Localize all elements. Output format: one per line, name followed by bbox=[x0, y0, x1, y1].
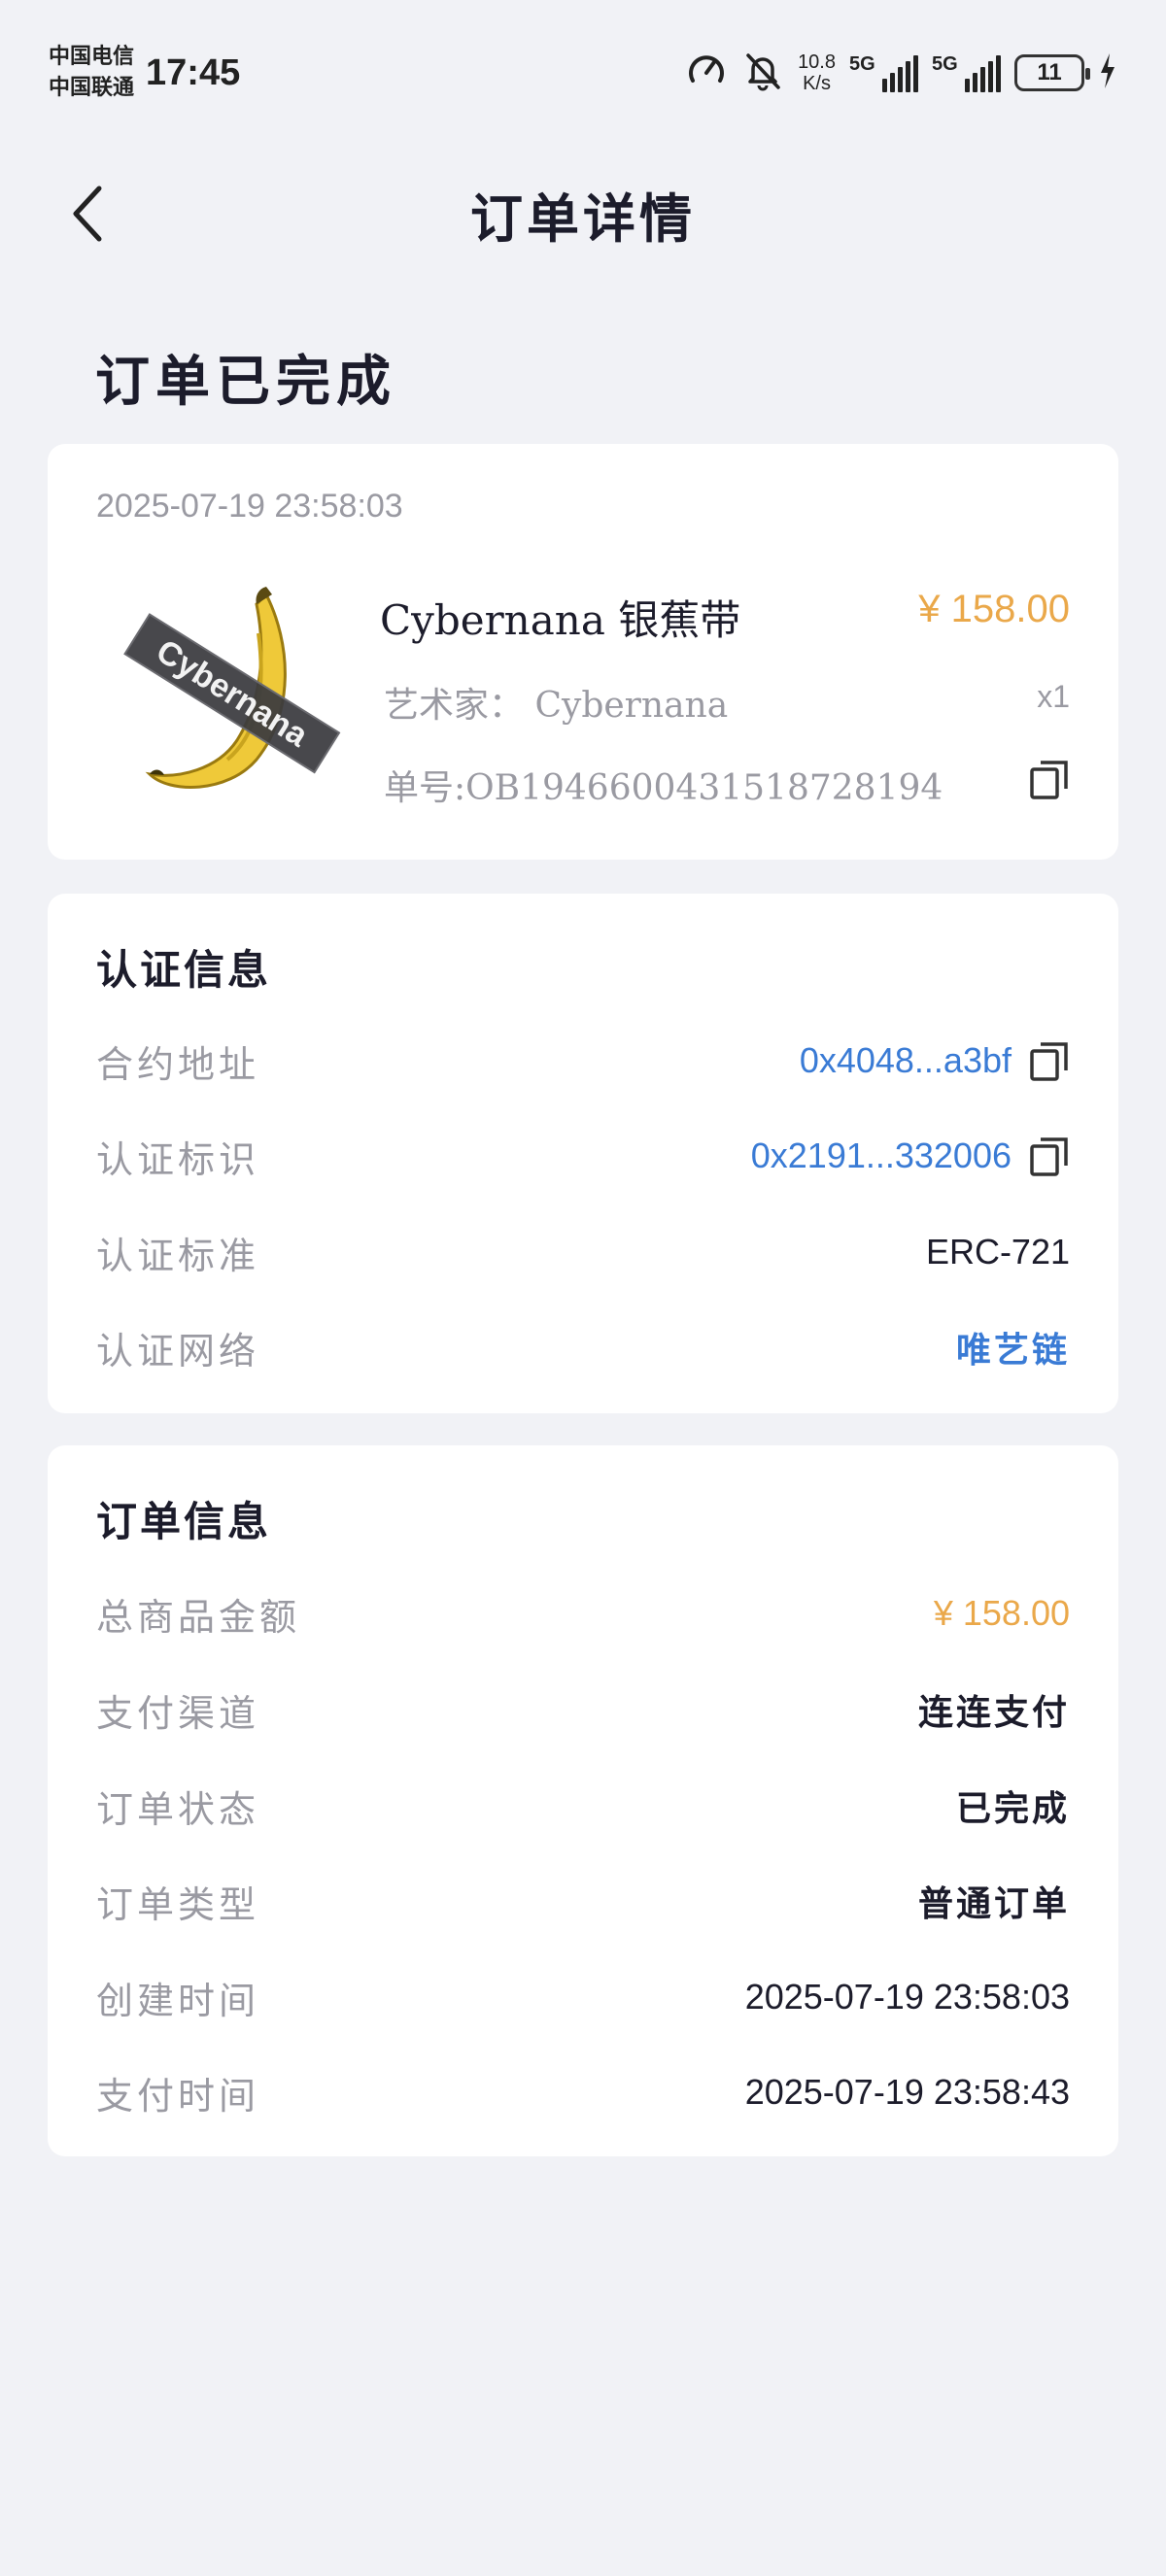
product-name: Cybernana 银蕉带 bbox=[380, 596, 741, 644]
speed-gauge-icon bbox=[685, 50, 728, 96]
created-time-value: 2025-07-19 23:58:03 bbox=[744, 1977, 1070, 2017]
order-time: 2025-07-19 23:58:03 bbox=[96, 488, 403, 525]
copy-contract-address-button[interactable] bbox=[1029, 1039, 1070, 1082]
chevron-left-icon bbox=[73, 186, 102, 242]
status-right: 10.8 K/s 5G 5G 11 bbox=[685, 50, 1117, 96]
order-status-value: 已完成 bbox=[955, 1788, 1070, 1829]
order-status-heading: 订单已完成 bbox=[95, 350, 396, 414]
token-id[interactable]: 0x2191...332006 bbox=[751, 1135, 1070, 1177]
sim1-network-label: 5G bbox=[849, 53, 875, 75]
cert-row-token-id: 认证标识 0x2191...332006 bbox=[96, 1127, 1070, 1185]
signal-sim2-icon: 5G bbox=[932, 53, 1001, 92]
order-label: 创建时间 bbox=[96, 1979, 260, 2022]
bell-muted-icon bbox=[741, 50, 784, 96]
battery-icon: 11 bbox=[1014, 54, 1090, 91]
copy-token-id-button[interactable] bbox=[1029, 1135, 1070, 1177]
cert-row-standard: 认证标准 ERC-721 bbox=[96, 1223, 1070, 1281]
network-speed-value: 10.8 bbox=[798, 51, 836, 73]
status-bar: 中国电信 中国联通 17:45 10.8 K/s 5G 5G 11 bbox=[0, 0, 1166, 146]
order-row-payment-channel: 支付渠道 连连支付 bbox=[96, 1680, 1070, 1739]
carrier-1: 中国电信 bbox=[49, 45, 135, 69]
order-row-status: 订单状态 已完成 bbox=[96, 1777, 1070, 1835]
order-label: 支付渠道 bbox=[96, 1691, 260, 1735]
order-label: 订单类型 bbox=[96, 1882, 260, 1926]
copy-icon bbox=[1030, 1042, 1068, 1081]
paid-time-value: 2025-07-19 23:58:43 bbox=[744, 2072, 1070, 2112]
order-type-value: 普通订单 bbox=[917, 1883, 1070, 1924]
product-image-tape-text: Cybernana bbox=[150, 632, 315, 755]
carrier-names: 中国电信 中国联通 bbox=[49, 42, 134, 104]
payment-channel-value: 连连支付 bbox=[917, 1692, 1070, 1733]
order-info-title: 订单信息 bbox=[96, 1498, 272, 1545]
order-row-paid: 支付时间 2025-07-19 23:58:43 bbox=[96, 2063, 1070, 2121]
signal-sim1-icon: 5G bbox=[849, 53, 918, 92]
nav-bar: 订单详情 bbox=[0, 165, 1166, 262]
cert-network-link[interactable]: 唯艺链 bbox=[956, 1322, 1070, 1373]
order-label: 总商品金额 bbox=[96, 1595, 301, 1639]
cert-row-network: 认证网络 唯艺链 bbox=[96, 1318, 1070, 1376]
cert-label: 认证网络 bbox=[96, 1329, 260, 1373]
order-row-total: 总商品金额 ¥ 158.00 bbox=[96, 1584, 1070, 1643]
cert-standard-value: ERC-721 bbox=[925, 1232, 1070, 1271]
product-image[interactable]: Cybernana bbox=[111, 575, 344, 808]
back-button[interactable] bbox=[58, 185, 117, 243]
status-left: 中国电信 中国联通 17:45 bbox=[49, 42, 240, 104]
copy-icon bbox=[1030, 1137, 1068, 1176]
network-speed-unit: K/s bbox=[803, 73, 831, 94]
copy-icon bbox=[1030, 761, 1068, 799]
product-artist: 艺术家： Cybernana bbox=[384, 686, 729, 726]
order-label: 支付时间 bbox=[96, 2074, 260, 2118]
copy-order-number-button[interactable] bbox=[1029, 758, 1070, 800]
network-speed: 10.8 K/s bbox=[798, 51, 836, 94]
cert-row-contract: 合约地址 0x4048...a3bf bbox=[96, 1032, 1070, 1090]
status-time: 17:45 bbox=[146, 51, 241, 93]
product-card[interactable]: 2025-07-19 23:58:03 Cybernana Cybernana … bbox=[48, 444, 1118, 860]
carrier-2: 中国联通 bbox=[49, 76, 135, 100]
order-row-type: 订单类型 普通订单 bbox=[96, 1872, 1070, 1930]
sim2-network-label: 5G bbox=[932, 53, 958, 75]
order-number: 单号:OB1946600431518728194 bbox=[384, 768, 943, 808]
certification-title: 认证信息 bbox=[96, 946, 272, 994]
product-price: ¥ 158.00 bbox=[918, 588, 1070, 630]
cert-label: 认证标识 bbox=[96, 1137, 260, 1181]
cert-label: 认证标准 bbox=[96, 1234, 260, 1277]
page-title: 订单详情 bbox=[470, 186, 696, 250]
battery-level: 11 bbox=[1037, 59, 1062, 85]
contract-address[interactable]: 0x4048...a3bf bbox=[800, 1039, 1070, 1082]
order-label: 订单状态 bbox=[96, 1787, 260, 1831]
order-row-created: 创建时间 2025-07-19 23:58:03 bbox=[96, 1968, 1070, 2026]
certification-card: 认证信息 合约地址 0x4048...a3bf 认证标识 0x2191...33… bbox=[48, 894, 1118, 1413]
order-info-card: 订单信息 总商品金额 ¥ 158.00 支付渠道 连连支付 订单状态 已完成 订… bbox=[48, 1445, 1118, 2156]
order-total-value: ¥ 158.00 bbox=[933, 1593, 1070, 1633]
charging-bolt-icon bbox=[1098, 51, 1117, 94]
contract-address-value: 0x4048...a3bf bbox=[799, 1040, 1012, 1080]
cert-label: 合约地址 bbox=[96, 1042, 260, 1086]
token-id-value: 0x2191...332006 bbox=[750, 1135, 1012, 1175]
product-quantity: x1 bbox=[1037, 679, 1070, 714]
